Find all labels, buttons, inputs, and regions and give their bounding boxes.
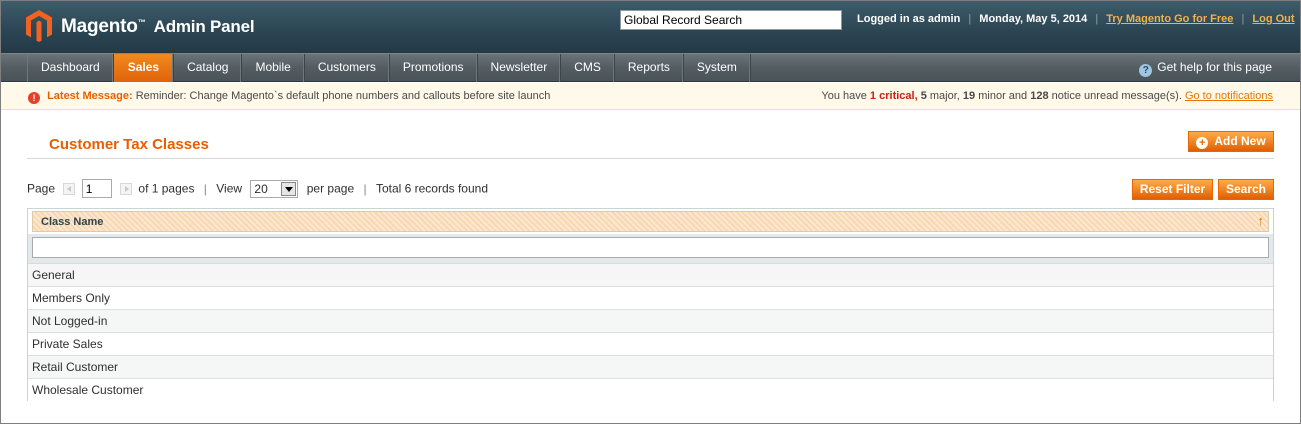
brand-title: Magento™ Admin Panel	[61, 16, 255, 38]
column-header-label: Class Name	[41, 216, 104, 228]
total-records-text: Total 6 records found	[375, 181, 489, 196]
class-name-filter-input[interactable]	[32, 237, 1269, 258]
next-page-icon[interactable]	[120, 182, 133, 195]
critical-label: critical,	[879, 90, 918, 102]
page-number-input[interactable]	[81, 179, 112, 198]
chevron-down-icon	[281, 181, 297, 196]
nav-item-cms[interactable]: CMS	[561, 54, 615, 82]
minor-count: 19	[962, 90, 976, 102]
page-title: Customer Tax Classes	[49, 136, 209, 153]
header-separator: |	[968, 13, 972, 25]
add-new-label: Add New	[1214, 134, 1266, 148]
grid-rows: General Members Only Not Logged-in Priva…	[28, 264, 1273, 402]
nav-item-catalog[interactable]: Catalog	[174, 54, 243, 82]
table-row[interactable]: Members Only	[28, 287, 1273, 310]
table-row[interactable]: Private Sales	[28, 333, 1273, 356]
per-page-select[interactable]: 20	[250, 179, 299, 198]
nav-item-reports[interactable]: Reports	[615, 54, 684, 82]
table-row[interactable]: Retail Customer	[28, 356, 1273, 379]
minor-label: minor and	[978, 90, 1028, 102]
per-page-value: 20	[254, 181, 268, 196]
add-new-button[interactable]: + Add New	[1188, 131, 1274, 152]
notification-bar: ! Latest Message: Reminder: Change Magen…	[1, 83, 1300, 110]
sort-arrow-icon: ↑	[1257, 213, 1265, 228]
brand-subtitle: Admin Panel	[153, 17, 255, 36]
page-label: Page	[27, 181, 56, 196]
log-out-link[interactable]: Log Out	[1252, 13, 1294, 25]
search-button[interactable]: Search	[1218, 179, 1274, 200]
nav-item-mobile[interactable]: Mobile	[242, 54, 305, 82]
of-pages-text: of 1 pages	[138, 181, 195, 196]
nav-menu: Dashboard Sales Catalog Mobile Customers…	[27, 54, 751, 82]
table-row[interactable]: General	[28, 264, 1273, 287]
header-separator: |	[1241, 13, 1245, 25]
table-row[interactable]: Not Logged-in	[28, 310, 1273, 333]
filter-row	[28, 234, 1273, 264]
latest-message: ! Latest Message: Reminder: Change Magen…	[28, 90, 550, 104]
view-label: View	[216, 181, 243, 196]
latest-message-label: Latest Message:	[47, 90, 133, 102]
header-date: Monday, May 5, 2014	[979, 13, 1088, 25]
latest-message-text: Reminder: Change Magento`s default phone…	[135, 90, 551, 102]
nav-item-newsletter[interactable]: Newsletter	[478, 54, 562, 82]
nav-item-promotions[interactable]: Promotions	[390, 54, 478, 82]
brand-name: Magento	[61, 16, 138, 37]
pager-separator: |	[203, 181, 207, 196]
try-magento-go-link[interactable]: Try Magento Go for Free	[1106, 13, 1233, 25]
pager-separator: |	[363, 181, 367, 196]
column-header-class-name[interactable]: Class Name ↑	[32, 211, 1269, 232]
header-separator: |	[1095, 13, 1099, 25]
help-icon: ?	[1139, 64, 1153, 77]
trademark-mark: ™	[137, 18, 146, 27]
major-label: major,	[929, 90, 960, 102]
header-links: Logged in as admin | Monday, May 5, 2014…	[857, 13, 1295, 25]
magento-logo-icon	[26, 10, 52, 42]
critical-count: 1	[869, 90, 877, 102]
tax-classes-grid: Class Name ↑ General Members Only Not Lo…	[27, 208, 1274, 402]
nav-item-customers[interactable]: Customers	[305, 54, 390, 82]
content-header: Customer Tax Classes + Add New	[27, 129, 1274, 159]
nav-item-dashboard[interactable]: Dashboard	[28, 54, 114, 82]
previous-page-icon[interactable]	[63, 182, 76, 195]
notice-count: 128	[1030, 90, 1049, 102]
alert-icon: !	[28, 92, 40, 104]
you-have-text: You have	[821, 90, 867, 102]
go-to-notifications-link[interactable]: Go to notifications	[1185, 90, 1273, 102]
nav-item-sales[interactable]: Sales	[113, 54, 175, 82]
reset-filter-button[interactable]: Reset Filter	[1132, 179, 1213, 200]
per-page-label: per page	[306, 181, 355, 196]
admin-window: Magento™ Admin Panel Logged in as admin …	[0, 0, 1301, 424]
notice-label: notice unread message(s).	[1051, 90, 1182, 102]
help-label: Get help for this page	[1157, 60, 1272, 74]
logged-in-text: Logged in as admin	[857, 13, 961, 25]
admin-header: Magento™ Admin Panel Logged in as admin …	[1, 1, 1300, 53]
major-count: 5	[920, 90, 927, 102]
unread-messages-summary: You have 1 critical, 5 major, 19 minor a…	[821, 90, 1273, 102]
table-row[interactable]: Wholesale Customer	[28, 379, 1273, 402]
grid-pager: Page of 1 pages | View 20 per page | Tot…	[27, 179, 488, 201]
help-link[interactable]: ? Get help for this page	[1139, 60, 1272, 77]
main-nav: Dashboard Sales Catalog Mobile Customers…	[1, 53, 1300, 82]
nav-item-system[interactable]: System	[684, 54, 751, 82]
add-icon: +	[1196, 137, 1209, 149]
global-record-search-input[interactable]	[620, 10, 842, 30]
